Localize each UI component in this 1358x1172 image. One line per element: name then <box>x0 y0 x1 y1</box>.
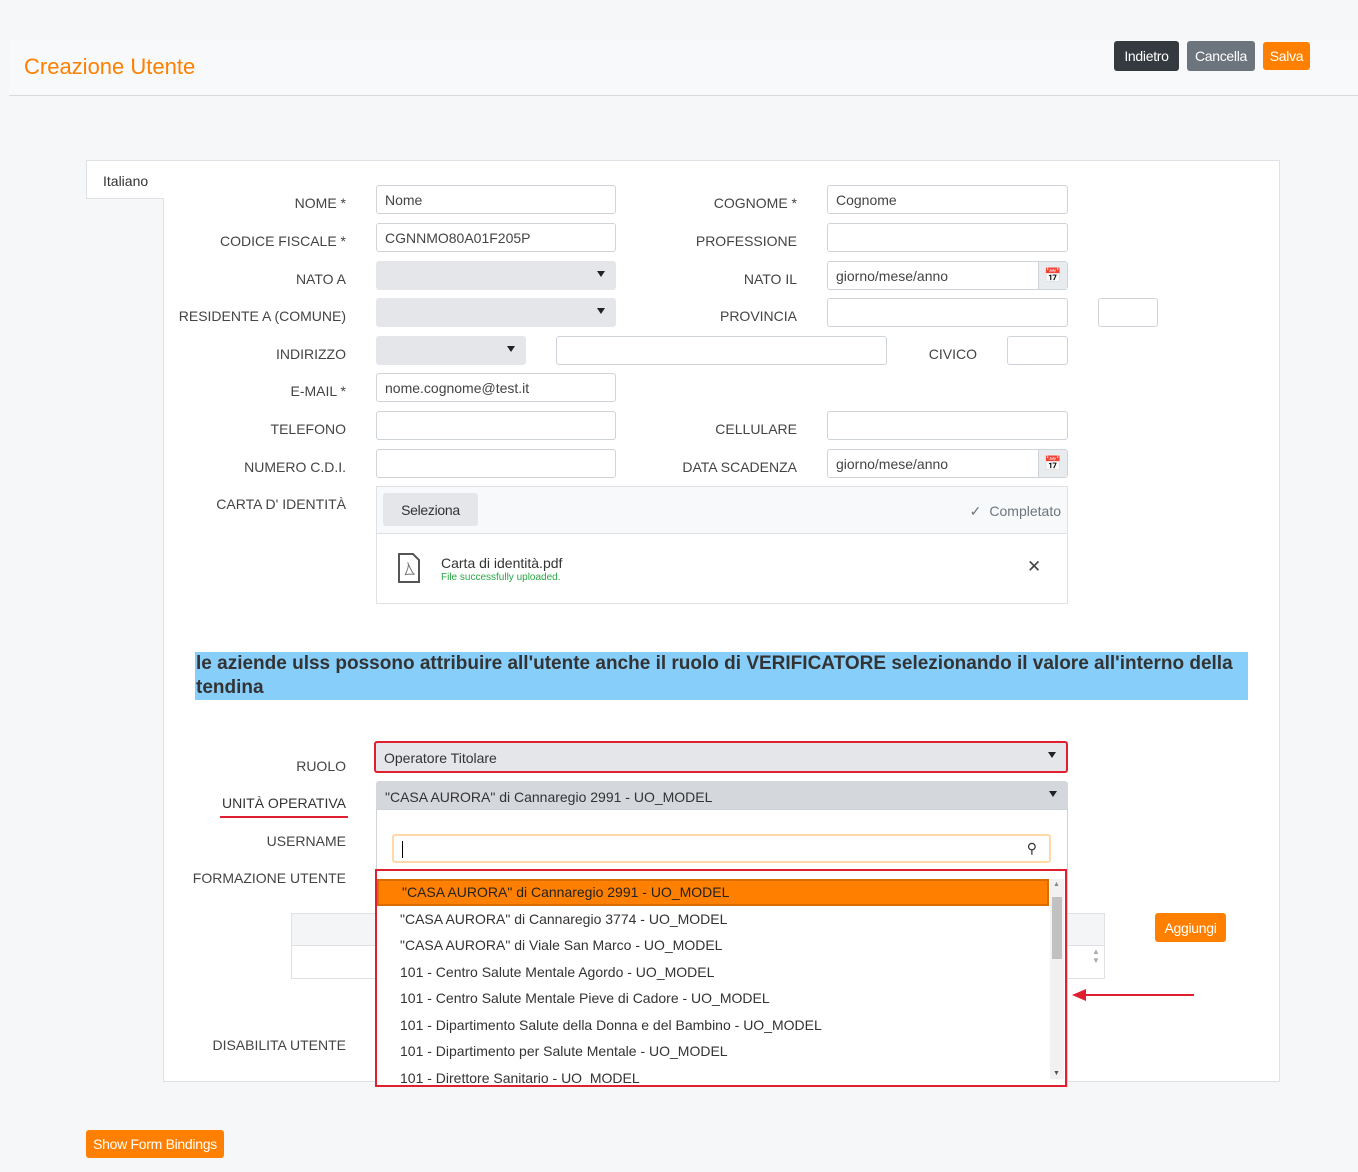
file-upload-header: Seleziona ✓ Completato <box>377 487 1067 534</box>
disabilita-label: DISABILITA UTENTE <box>212 1037 346 1053</box>
search-icon: ⚲ <box>1026 840 1037 856</box>
nato-il-date-input[interactable]: giorno/mese/anno 📅 <box>827 261 1068 290</box>
nome-label: NOME * <box>294 195 346 211</box>
email-label: E-MAIL * <box>290 383 347 399</box>
professione-input[interactable] <box>827 223 1068 252</box>
indirizzo-input[interactable] <box>556 336 887 365</box>
check-icon: ✓ <box>969 503 982 519</box>
nome-input[interactable]: Nome <box>376 185 616 214</box>
data-scadenza-value: giorno/mese/anno <box>836 456 949 472</box>
dropdown-options-list: "CASA AURORA" di Cannaregio 2991 - UO_MO… <box>375 869 1067 1087</box>
calendar-icon[interactable]: 📅 <box>1038 450 1067 477</box>
caret-down-icon <box>597 271 605 277</box>
file-upload-message: File successfully uploaded. <box>441 572 561 583</box>
numero-cdi-label: NUMERO C.D.I. <box>244 459 346 475</box>
back-button[interactable]: Indietro <box>1114 41 1179 71</box>
email-input[interactable]: nome.cognome@test.it <box>376 373 616 402</box>
scroll-down-icon[interactable]: ▼ <box>1053 1070 1060 1077</box>
page-title: Creazione Utente <box>24 54 196 79</box>
telefono-label: TELEFONO <box>270 421 346 437</box>
provincia-code-input[interactable] <box>1098 298 1158 327</box>
save-button[interactable]: Salva <box>1263 42 1310 70</box>
file-upload: Seleziona ✓ Completato Carta di identità.… <box>376 486 1068 604</box>
nato-il-value: giorno/mese/anno <box>836 268 949 284</box>
cellulare-input[interactable] <box>827 411 1068 440</box>
aggiungi-button[interactable]: Aggiungi <box>1155 913 1226 942</box>
cellulare-label: CELLULARE <box>715 421 797 437</box>
provincia-input[interactable] <box>827 298 1068 327</box>
unita-operativa-select[interactable]: "CASA AURORA" di Cannaregio 2991 - UO_MO… <box>376 781 1068 810</box>
calendar-icon[interactable]: 📅 <box>1038 262 1067 289</box>
caret-down-icon <box>597 308 605 314</box>
indirizzo-type-select[interactable] <box>376 336 526 365</box>
carta-label: CARTA D' IDENTITÀ <box>216 496 346 512</box>
dropdown-option[interactable]: "CASA AURORA" di Cannaregio 3774 - UO_MO… <box>377 906 1049 933</box>
username-label: USERNAME <box>266 833 346 849</box>
dropdown-option[interactable]: 101 - Direttore Sanitario - UO_MODEL <box>377 1065 1049 1086</box>
show-form-bindings-button[interactable]: Show Form Bindings <box>86 1130 224 1158</box>
dropdown-option[interactable]: 101 - Centro Salute Mentale Agordo - UO_… <box>377 959 1049 986</box>
nato-a-label: NATO A <box>295 271 346 287</box>
table-scrollbar[interactable]: ▲ ▼ <box>1088 947 1104 979</box>
formazione-label: FORMAZIONE UTENTE <box>192 870 346 886</box>
unita-operativa-label: UNITÀ OPERATIVA <box>220 795 348 818</box>
civico-label: CIVICO <box>928 346 977 362</box>
upload-status: ✓ Completato <box>970 503 1061 520</box>
ruolo-label: RUOLO <box>296 758 346 774</box>
cognome-input[interactable]: Cognome <box>827 185 1068 214</box>
caret-down-icon <box>507 346 515 352</box>
caret-down-icon <box>1049 791 1057 797</box>
nato-il-label: NATO IL <box>743 271 797 287</box>
codice-fiscale-label: CODICE FISCALE * <box>219 233 346 249</box>
provincia-label: PROVINCIA <box>719 308 797 324</box>
ruolo-value: Operatore Titolare <box>384 750 497 766</box>
dropdown-option[interactable]: "CASA AURORA" di Viale San Marco - UO_MO… <box>377 932 1049 959</box>
residente-select[interactable] <box>376 298 616 327</box>
scrollbar-thumb[interactable] <box>1052 897 1062 959</box>
notice-banner: le aziende ulss possono attribuire all'u… <box>195 652 1248 700</box>
dropdown-option[interactable]: 101 - Dipartimento per Salute Mentale - … <box>377 1038 1049 1065</box>
seleziona-button[interactable]: Seleziona <box>383 493 478 526</box>
cancel-button[interactable]: Cancella <box>1187 41 1255 71</box>
telefono-input[interactable] <box>376 411 616 440</box>
annotation-arrow-icon <box>1072 989 1194 1001</box>
nato-a-select[interactable] <box>376 261 616 290</box>
caret-down-icon <box>1048 752 1056 758</box>
unita-operativa-value: "CASA AURORA" di Cannaregio 2991 - UO_MO… <box>385 789 713 805</box>
pdf-file-icon <box>398 553 420 583</box>
numero-cdi-input[interactable] <box>376 449 616 478</box>
scroll-up-icon[interactable]: ▲ <box>1053 881 1060 888</box>
remove-file-icon[interactable]: ✕ <box>1027 557 1041 577</box>
data-scadenza-date-input[interactable]: giorno/mese/anno 📅 <box>827 449 1068 478</box>
dropdown-scrollbar[interactable]: ▲ ▼ <box>1050 879 1064 1079</box>
dropdown-search-input[interactable]: ⚲ <box>392 834 1051 863</box>
professione-label: PROFESSIONE <box>695 233 797 249</box>
file-name: Carta di identità.pdf <box>441 555 563 571</box>
indirizzo-label: INDIRIZZO <box>276 346 346 362</box>
civico-input[interactable] <box>1007 336 1068 365</box>
residente-label: RESIDENTE A (COMUNE) <box>178 308 346 324</box>
codice-fiscale-input[interactable]: CGNNMO80A01F205P <box>376 223 616 252</box>
dropdown-option[interactable]: 101 - Dipartimento Salute della Donna e … <box>377 1012 1049 1039</box>
ruolo-select[interactable]: Operatore Titolare <box>374 741 1068 773</box>
tab-italiano[interactable]: Italiano <box>86 160 164 199</box>
dropdown-option[interactable]: 101 - Centro Salute Mentale Pieve di Cad… <box>377 985 1049 1012</box>
data-scadenza-label: DATA SCADENZA <box>682 459 797 475</box>
dropdown-option-selected[interactable]: "CASA AURORA" di Cannaregio 2991 - UO_MO… <box>377 879 1049 906</box>
cognome-label: COGNOME * <box>713 195 797 211</box>
upload-status-text: Completato <box>989 503 1061 519</box>
text-cursor <box>402 841 403 858</box>
